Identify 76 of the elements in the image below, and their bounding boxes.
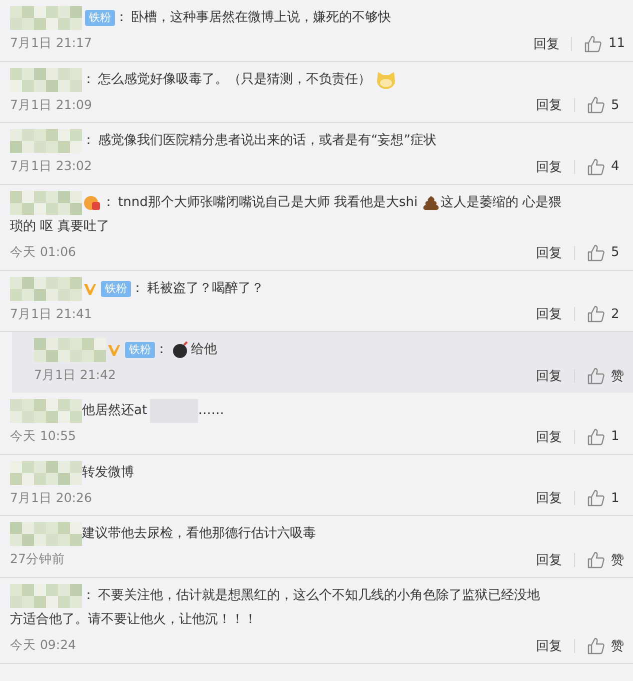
reply-link[interactable]: 回复 — [533, 34, 560, 53]
like-count: 赞 — [611, 368, 625, 385]
comment-time: 今天 01:06 — [10, 244, 76, 262]
poop-emoji-icon — [422, 194, 440, 211]
thumbs-up-icon[interactable] — [587, 428, 605, 446]
like-count: 4 — [611, 159, 620, 174]
comment-text: 建议带他去尿检，看他那德行估计六吸毒 — [82, 526, 316, 542]
blurred-name-drawing — [10, 522, 82, 546]
like-count: 1 — [611, 429, 620, 444]
separator: ： — [155, 342, 168, 358]
comment-text: 转发微博 — [82, 464, 134, 480]
separator: ： — [82, 72, 95, 87]
comment-text: 卧槽，这种事居然在微博上说，嫌死的不够快 — [131, 10, 391, 25]
like-count: 2 — [611, 306, 620, 322]
comment-text: 耗被盗了？喝醉了？ — [147, 280, 264, 296]
comment-time: 7月1日 20:26 — [10, 490, 92, 507]
comment-text: 这人是萎缩的 心是猥 — [440, 194, 562, 210]
separator: ： — [82, 133, 95, 148]
like-count: 赞 — [611, 552, 625, 569]
reply-link[interactable]: 回复 — [536, 550, 562, 569]
comment-text: 琐的 呕 真要吐了 — [10, 219, 110, 234]
comment-time: 7月1日 23:02 — [10, 158, 92, 176]
thumbs-up-icon[interactable] — [587, 244, 605, 262]
comment-text: 给他 — [191, 342, 217, 358]
blurred-name-drawing — [10, 276, 82, 301]
comment-time: 7月1日 21:17 — [10, 35, 92, 52]
comment-time: 今天 10:55 — [10, 428, 76, 445]
comment-text: 他居然还at — [82, 402, 148, 418]
thumbs-up-icon[interactable] — [587, 636, 605, 655]
comment-time: 7月1日 21:42 — [34, 367, 116, 384]
reply-link[interactable]: 回复 — [536, 366, 562, 385]
like-count: 5 — [611, 245, 620, 260]
like-count: 11 — [608, 36, 625, 52]
separator: ： — [131, 280, 144, 296]
reply-link[interactable]: 回复 — [536, 244, 562, 262]
blurred-name-drawing — [10, 6, 82, 30]
thumbs-up-icon[interactable] — [587, 96, 605, 114]
blurred-name-drawing — [10, 398, 82, 423]
comment-time: 今天 09:24 — [10, 637, 76, 654]
like-count: 5 — [611, 98, 620, 113]
blurred-name-drawing — [10, 584, 82, 608]
separator: ： — [115, 10, 128, 25]
comment-text: …… — [198, 402, 224, 418]
comment-time: 7月1日 21:41 — [10, 306, 92, 323]
separator: ： — [82, 588, 95, 603]
thumbs-up-icon[interactable] — [587, 305, 605, 324]
reply-link[interactable]: 回复 — [536, 96, 562, 114]
reply-link[interactable]: 回复 — [536, 489, 562, 508]
thumbs-up-icon[interactable] — [584, 34, 602, 53]
blurred-name-drawing — [10, 129, 82, 154]
fan-badge: 铁粉 — [85, 10, 115, 26]
blurred-name-drawing — [34, 338, 106, 362]
thumbs-up-icon[interactable] — [587, 366, 605, 385]
reply-link[interactable]: 回复 — [536, 636, 562, 655]
like-count: 赞 — [611, 638, 625, 655]
comment-time: 7月1日 21:09 — [10, 96, 92, 114]
reply-link[interactable]: 回复 — [536, 158, 562, 176]
comment-text: tnnd那个大师张嘴闭嘴说自己是大师 我看他是大shi — [118, 194, 418, 210]
like-count: 1 — [611, 490, 620, 506]
comment-text: 不要关注他，估计就是想黑红的，这么个不知几线的小角色除了监狱已经没地 — [98, 588, 540, 603]
comment-time: 27分钟前 — [10, 551, 65, 568]
fan-badge: 铁粉 — [101, 280, 131, 297]
separator: ： — [102, 194, 115, 210]
comment-text: 怎么感觉好像吸毒了。（只是猜测，不负责任） — [98, 72, 371, 87]
thumbs-up-icon[interactable] — [587, 550, 605, 569]
blurred-name-drawing — [10, 460, 82, 484]
blurred-name-drawing — [10, 68, 82, 92]
thumbs-up-icon[interactable] — [587, 158, 605, 176]
comment-text: 感觉像我们医院精分患者说出来的话，或者是有“妄想”症状 — [98, 133, 436, 148]
reply-link[interactable]: 回复 — [536, 428, 562, 446]
fan-badge: 铁粉 — [125, 342, 155, 358]
reply-link[interactable]: 回复 — [536, 305, 562, 324]
comment-text: 方适合他了。请不要让他火，让他沉！！！ — [10, 612, 257, 628]
blurred-name-drawing — [10, 190, 82, 215]
thumbs-up-icon[interactable] — [587, 489, 605, 508]
bomb-icon — [172, 341, 190, 360]
